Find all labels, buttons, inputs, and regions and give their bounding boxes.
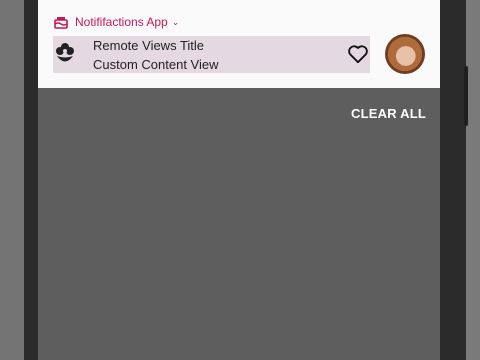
custom-view-subtitle: Custom Content View xyxy=(93,57,219,72)
clear-all-button[interactable]: CLEAR ALL xyxy=(351,106,426,121)
device-frame-right xyxy=(440,0,466,360)
heart-outline-icon[interactable] xyxy=(347,44,369,64)
cake-icon xyxy=(54,17,68,29)
device-bezel-right xyxy=(466,0,480,360)
flower-icon xyxy=(56,43,74,62)
device-side-button xyxy=(464,66,468,126)
notification-shade: Notififactions App ⌄ Remote Views Title … xyxy=(38,0,440,360)
notification-card[interactable]: Notififactions App ⌄ Remote Views Title … xyxy=(38,0,440,88)
custom-view-title: Remote Views Title xyxy=(93,38,205,53)
chevron-down-icon[interactable]: ⌄ xyxy=(172,17,180,28)
avatar xyxy=(385,34,425,74)
device-bezel-left xyxy=(0,0,24,360)
device-frame-left xyxy=(24,0,38,360)
notification-header[interactable]: Notififactions App ⌄ xyxy=(53,13,179,31)
app-name: Notififactions App xyxy=(75,15,168,29)
custom-content-view[interactable]: Remote Views Title Custom Content View xyxy=(53,36,370,73)
